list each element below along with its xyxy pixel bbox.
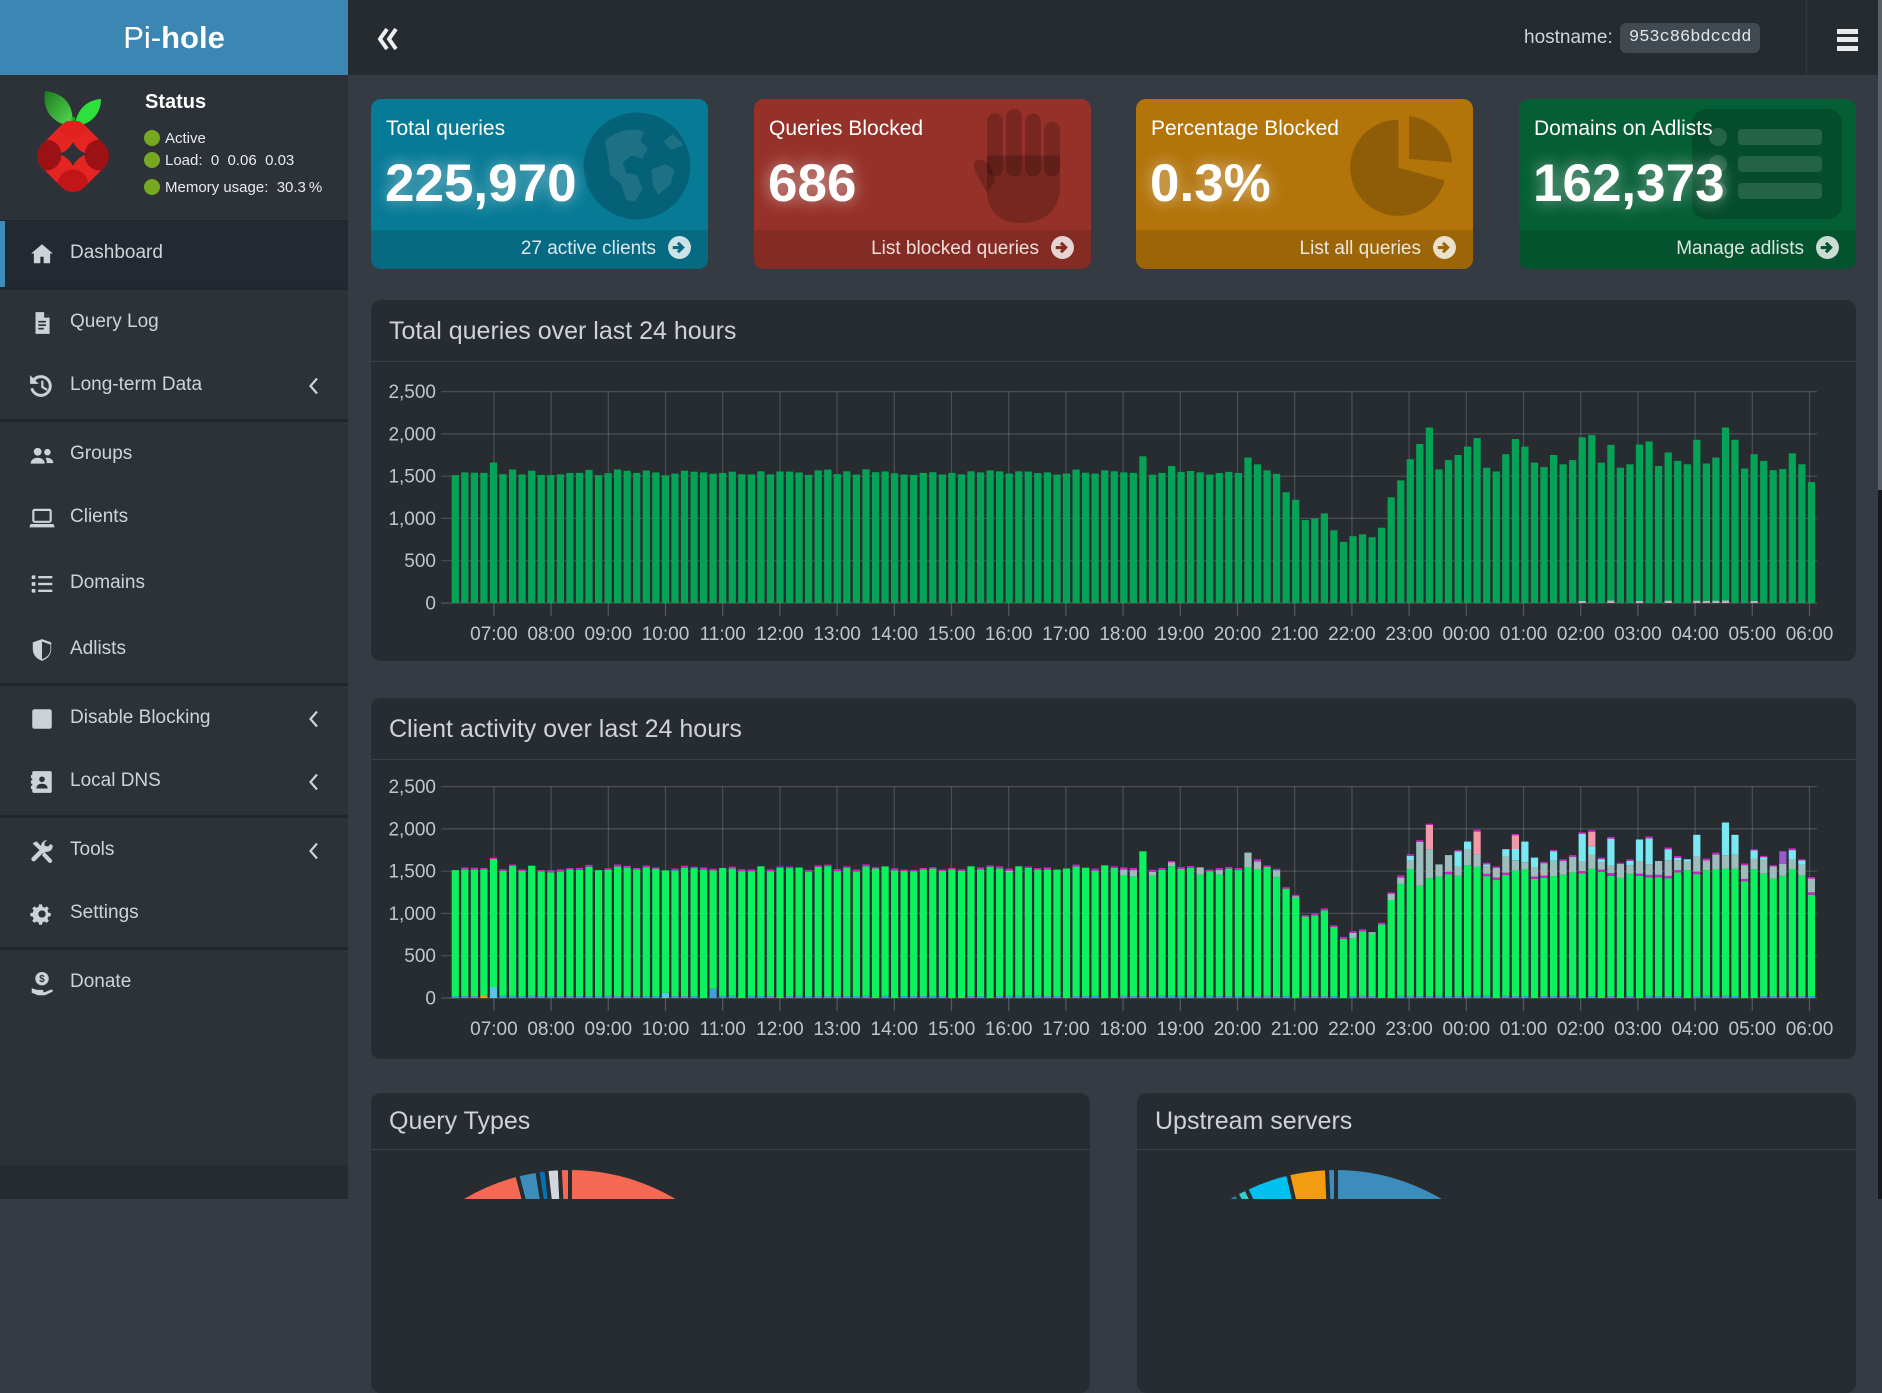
- svg-text:11:00: 11:00: [700, 1019, 746, 1040]
- svg-text:19:00: 19:00: [1157, 624, 1205, 645]
- svg-text:1,500: 1,500: [388, 862, 436, 883]
- svg-text:09:00: 09:00: [585, 624, 633, 645]
- svg-text:23:00: 23:00: [1385, 1019, 1433, 1040]
- svg-text:0: 0: [425, 594, 436, 615]
- svg-text:10:00: 10:00: [642, 1019, 690, 1040]
- svg-text:14:00: 14:00: [871, 1019, 919, 1040]
- svg-text:00:00: 00:00: [1443, 1019, 1491, 1040]
- svg-text:06:00: 06:00: [1786, 1019, 1834, 1040]
- svg-text:07:00: 07:00: [470, 624, 518, 645]
- svg-text:05:00: 05:00: [1729, 1019, 1777, 1040]
- svg-text:02:00: 02:00: [1557, 624, 1605, 645]
- svg-text:22:00: 22:00: [1328, 624, 1376, 645]
- svg-text:10:00: 10:00: [642, 624, 690, 645]
- svg-text:17:00: 17:00: [1042, 1019, 1090, 1040]
- svg-text:02:00: 02:00: [1557, 1019, 1605, 1040]
- svg-text:0: 0: [425, 989, 436, 1010]
- svg-text:2,500: 2,500: [388, 382, 436, 403]
- svg-text:05:00: 05:00: [1729, 624, 1777, 645]
- svg-text:12:00: 12:00: [756, 624, 804, 645]
- svg-text:1,000: 1,000: [388, 904, 436, 925]
- svg-text:07:00: 07:00: [470, 1019, 518, 1040]
- svg-text:06:00: 06:00: [1786, 624, 1834, 645]
- svg-text:21:00: 21:00: [1271, 1019, 1319, 1040]
- svg-text:03:00: 03:00: [1614, 1019, 1662, 1040]
- svg-text:01:00: 01:00: [1500, 1019, 1548, 1040]
- svg-text:15:00: 15:00: [928, 1019, 976, 1040]
- svg-text:13:00: 13:00: [813, 1019, 861, 1040]
- svg-text:1,500: 1,500: [388, 467, 436, 488]
- svg-text:09:00: 09:00: [585, 1019, 633, 1040]
- svg-text:500: 500: [404, 551, 436, 572]
- svg-text:18:00: 18:00: [1099, 624, 1147, 645]
- svg-text:16:00: 16:00: [985, 624, 1033, 645]
- svg-text:04:00: 04:00: [1671, 624, 1719, 645]
- svg-text:01:00: 01:00: [1500, 624, 1548, 645]
- svg-text:500: 500: [404, 946, 436, 967]
- svg-text:2,500: 2,500: [388, 777, 436, 798]
- svg-text:19:00: 19:00: [1157, 1019, 1205, 1040]
- svg-text:2,000: 2,000: [388, 424, 436, 445]
- svg-text:21:00: 21:00: [1271, 624, 1319, 645]
- svg-text:03:00: 03:00: [1614, 624, 1662, 645]
- svg-text:08:00: 08:00: [527, 624, 575, 645]
- svg-text:12:00: 12:00: [756, 1019, 804, 1040]
- svg-text:18:00: 18:00: [1099, 1019, 1147, 1040]
- svg-text:04:00: 04:00: [1671, 1019, 1719, 1040]
- svg-text:22:00: 22:00: [1328, 1019, 1376, 1040]
- svg-text:11:00: 11:00: [700, 624, 746, 645]
- svg-text:23:00: 23:00: [1385, 624, 1433, 645]
- svg-text:17:00: 17:00: [1042, 624, 1090, 645]
- svg-text:1,000: 1,000: [388, 509, 436, 530]
- svg-text:20:00: 20:00: [1214, 1019, 1262, 1040]
- svg-text:00:00: 00:00: [1443, 624, 1491, 645]
- svg-text:14:00: 14:00: [871, 624, 919, 645]
- svg-text:15:00: 15:00: [928, 624, 976, 645]
- svg-text:20:00: 20:00: [1214, 624, 1262, 645]
- svg-text:2,000: 2,000: [388, 819, 436, 840]
- svg-text:$: $: [39, 974, 45, 985]
- svg-text:16:00: 16:00: [985, 1019, 1033, 1040]
- svg-text:08:00: 08:00: [527, 1019, 575, 1040]
- svg-text:13:00: 13:00: [813, 624, 861, 645]
